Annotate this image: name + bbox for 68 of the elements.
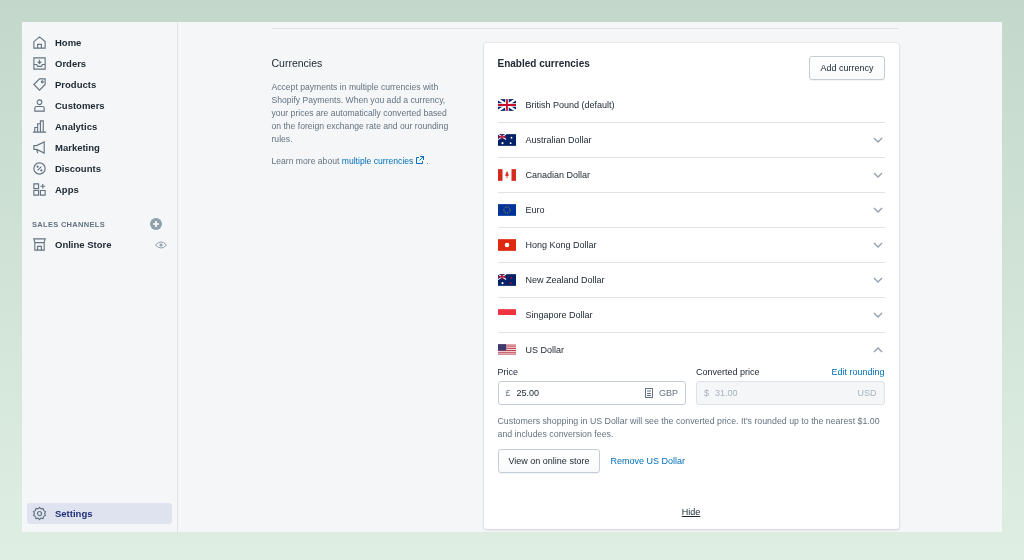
sidebar-item[interactable]: Customers <box>27 95 172 116</box>
discount-icon <box>32 161 47 176</box>
person-icon <box>32 98 47 113</box>
edit-rounding-link[interactable]: Edit rounding <box>831 367 885 377</box>
apps-icon <box>32 182 47 197</box>
megaphone-icon <box>32 140 47 155</box>
store-icon <box>32 237 47 252</box>
home-icon <box>32 35 47 50</box>
currency-row[interactable]: Australian Dollar <box>497 123 885 158</box>
add-currency-button[interactable]: Add currency <box>809 56 885 80</box>
external-link-icon <box>415 156 424 164</box>
chevron-down-icon[interactable] <box>872 277 883 283</box>
chevron-up-icon[interactable] <box>872 347 883 353</box>
currency-row[interactable]: Canadian Dollar <box>497 158 885 193</box>
add-icon[interactable] <box>150 218 162 230</box>
view-store-button[interactable]: View on online store <box>497 449 601 473</box>
currency-row[interactable]: US Dollar <box>497 333 885 367</box>
hide-link[interactable]: Hide <box>681 507 701 517</box>
conversion-note: Customers shopping in US Dollar will see the converted price. It's rounded up to the nearest $1.00 and includes conversion fees. <box>497 415 881 441</box>
sidebar-item[interactable]: Marketing <box>27 137 172 158</box>
sidebar-item[interactable]: Discounts <box>27 158 172 179</box>
currency-row[interactable]: Singapore Dollar <box>497 298 885 333</box>
flag-icon <box>497 274 516 286</box>
chevron-down-icon[interactable] <box>872 312 883 318</box>
currency-name: US Dollar <box>525 345 565 355</box>
orders-icon <box>32 56 47 71</box>
sidebar-item[interactable]: Online Store <box>27 234 172 255</box>
sidebar-item[interactable]: Home <box>27 32 172 53</box>
currency-row[interactable]: New Zealand Dollar <box>497 263 885 298</box>
punctuation-text: . <box>426 156 429 166</box>
currency-name: Singapore Dollar <box>525 310 594 320</box>
calculator-icon <box>645 388 653 398</box>
currency-name: British Pound (default) <box>525 100 616 110</box>
sidebar-item[interactable]: Orders <box>27 53 172 74</box>
sidebar-item[interactable]: Products <box>27 74 172 95</box>
currency-name: Canadian Dollar <box>525 170 592 180</box>
remove-currency-link[interactable]: Remove US Dollar <box>610 456 685 466</box>
flag-icon <box>497 204 516 216</box>
currency-name: New Zealand Dollar <box>525 275 606 285</box>
currency-row[interactable]: Hong Kong Dollar <box>497 228 885 263</box>
flag-icon <box>497 344 516 356</box>
chevron-down-icon[interactable] <box>872 172 883 178</box>
learn-more-text: Learn more about <box>271 156 340 166</box>
field-label: Converted price <box>696 367 760 377</box>
sidebar-item[interactable]: Settings <box>27 503 172 524</box>
chevron-down-icon[interactable] <box>872 207 883 213</box>
eye-icon[interactable] <box>155 240 167 249</box>
description-text: Accept payments in multiple currencies with Shopify Payments. When you add a currency, your prices are automatically converted based on the foreign exchange rate and our rounding rules. <box>271 81 450 146</box>
chevron-down-icon[interactable] <box>872 242 883 248</box>
sidebar-item[interactable]: Apps <box>27 179 172 200</box>
section-heading: Currencies <box>271 57 324 69</box>
currency-name: Euro <box>525 205 546 215</box>
flag-icon <box>497 134 516 146</box>
multiple-currencies-link[interactable]: multiple currencies <box>341 156 414 166</box>
flag-icon <box>497 239 516 251</box>
currency-row[interactable]: Euro <box>497 193 885 228</box>
chart-icon <box>32 119 47 134</box>
sidebar-item[interactable]: Analytics <box>27 116 172 137</box>
currency-name: Hong Kong Dollar <box>525 240 598 250</box>
price-field[interactable]: £ 25.00 GBP <box>497 381 686 405</box>
field-label: Price <box>497 367 519 377</box>
currency-name: Australian Dollar <box>525 135 593 145</box>
flag-icon <box>497 169 516 181</box>
flag-icon <box>497 99 516 111</box>
card-title: Enabled currencies <box>497 58 590 69</box>
gear-icon <box>32 506 47 521</box>
tag-icon <box>32 77 47 92</box>
chevron-down-icon[interactable] <box>872 137 883 143</box>
